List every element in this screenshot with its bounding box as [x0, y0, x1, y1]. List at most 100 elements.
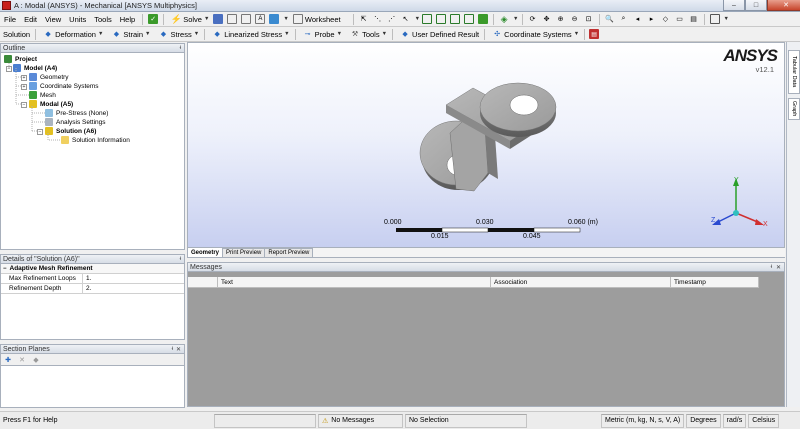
- messages-header: Messages ᵻ ✕: [187, 262, 785, 272]
- status-bar: Press F1 for Help ⚠ No Messages No Select…: [0, 411, 800, 429]
- pin-icon[interactable]: ᵻ: [771, 264, 772, 270]
- section-planes-toolbar: ✚ ✕ ◆: [0, 354, 185, 366]
- menu-help[interactable]: Help: [116, 15, 139, 24]
- menu-tools[interactable]: Tools: [90, 15, 116, 24]
- window-layout-icon[interactable]: [709, 14, 720, 24]
- minimize-button[interactable]: –: [723, 0, 745, 11]
- chevron-down-icon: ▼: [97, 31, 104, 37]
- scale-segment-1: [396, 228, 442, 232]
- details-row[interactable]: Max Refinement Loops 1.: [1, 274, 184, 284]
- tab-tabular-data[interactable]: Tabular Data: [788, 50, 800, 94]
- capture-icon[interactable]: [269, 14, 280, 24]
- close-icon[interactable]: ✕: [176, 346, 181, 353]
- new-section-plane-icon[interactable]: ✚: [3, 355, 13, 365]
- stress-button[interactable]: ◆ Stress ▼: [153, 29, 202, 39]
- close-button[interactable]: ✕: [767, 0, 800, 11]
- menu-file[interactable]: File: [0, 15, 20, 24]
- edge-select-icon[interactable]: [436, 14, 447, 24]
- coordinate-systems-button[interactable]: ✣ Coordinate Systems ▼: [487, 29, 582, 39]
- cube-icon[interactable]: ◈: [499, 14, 509, 24]
- previous-view-icon[interactable]: ◂: [633, 14, 643, 24]
- zoom-fit-icon[interactable]: 🔍: [605, 14, 615, 24]
- chevron-down-icon[interactable]: ▼: [415, 16, 420, 22]
- pin-icon[interactable]: ᵻ: [172, 346, 173, 352]
- status-temp[interactable]: Celsius: [748, 413, 780, 428]
- user-defined-result-button[interactable]: ◆ User Defined Result: [395, 29, 482, 39]
- details-row[interactable]: Refinement Depth 2.: [1, 284, 184, 294]
- status-units[interactable]: Metric (m, kg, N, s, V, A): [601, 413, 685, 428]
- scale-label-0: 0.000: [384, 219, 402, 226]
- solution-button[interactable]: Solution: [0, 30, 33, 39]
- wrench-icon: ⚒: [351, 31, 359, 38]
- pin-icon[interactable]: ᵻ: [180, 256, 181, 262]
- solve-button[interactable]: ⚡ Solve ▼: [167, 14, 211, 24]
- details-row-value[interactable]: 2.: [83, 285, 91, 292]
- tree-lines: [8, 63, 61, 141]
- section-planes-header: Section Planes ᵻ ✕: [0, 344, 185, 354]
- pan-icon[interactable]: ✥: [542, 14, 552, 24]
- image-icon[interactable]: [227, 14, 238, 24]
- zoom-out-icon[interactable]: ⊖: [570, 14, 580, 24]
- body-select-icon[interactable]: [464, 14, 475, 24]
- iso-view-icon[interactable]: ◇: [661, 14, 671, 24]
- status-messages[interactable]: ⚠ No Messages: [318, 413, 403, 428]
- select-vertex-icon[interactable]: ⋰: [387, 14, 397, 24]
- messages-column-association[interactable]: Association: [491, 277, 671, 287]
- pointer-icon[interactable]: ↖: [401, 14, 411, 24]
- menu-view[interactable]: View: [41, 15, 65, 24]
- check-icon[interactable]: ✓: [148, 14, 159, 24]
- commands-icon[interactable]: ▤: [589, 29, 600, 39]
- select-mode-icon[interactable]: ⇱: [359, 14, 369, 24]
- tab-geometry[interactable]: Geometry: [187, 247, 224, 257]
- tab-report-preview[interactable]: Report Preview: [264, 248, 314, 257]
- delete-icon[interactable]: ✕: [17, 355, 27, 365]
- messages-column-text[interactable]: Text: [218, 277, 491, 287]
- pin-icon[interactable]: ᵻ: [180, 45, 181, 51]
- rotate-icon[interactable]: ⟳: [528, 14, 538, 24]
- graphics-viewport[interactable]: ANSYS v12.1 0.000 0.030 0.060 (m) 0.015 …: [187, 42, 785, 248]
- chart-icon[interactable]: [241, 14, 252, 24]
- chevron-down-icon: ▼: [203, 16, 210, 22]
- messages-column-icon[interactable]: [188, 277, 218, 287]
- details-group-label: Adaptive Mesh Refinement: [9, 265, 93, 272]
- linearized-stress-button[interactable]: ◆ Linearized Stress ▼: [207, 29, 292, 39]
- toolbar-separator: [493, 13, 495, 25]
- layout-icon[interactable]: ▤: [689, 14, 699, 24]
- tab-print-preview[interactable]: Print Preview: [222, 248, 266, 257]
- edit-section-icon[interactable]: ◆: [31, 355, 41, 365]
- body-solid-icon[interactable]: [478, 14, 489, 24]
- face-select-icon[interactable]: [450, 14, 461, 24]
- toolbar-separator: [352, 13, 354, 25]
- messages-column-timestamp[interactable]: Timestamp: [671, 277, 759, 287]
- zoom-box-icon[interactable]: ⊡: [584, 14, 594, 24]
- text-icon[interactable]: A: [255, 14, 266, 24]
- close-icon[interactable]: ✕: [776, 264, 781, 271]
- strain-label: Strain: [123, 29, 144, 39]
- report-icon[interactable]: [213, 14, 224, 24]
- next-view-icon[interactable]: ▸: [647, 14, 657, 24]
- deformation-button[interactable]: ◆ Deformation ▼: [38, 29, 106, 39]
- menu-edit[interactable]: Edit: [20, 15, 41, 24]
- window-title: A : Modal (ANSYS) - Mechanical [ANSYS Mu…: [14, 1, 197, 10]
- status-angle[interactable]: Degrees: [686, 413, 721, 428]
- chevron-down-icon[interactable]: ▼: [513, 16, 518, 22]
- magnify-icon[interactable]: ⌕: [619, 14, 629, 24]
- tab-graph[interactable]: Graph: [788, 98, 800, 120]
- maximize-button[interactable]: □: [745, 0, 767, 11]
- status-rate[interactable]: rad/s: [722, 413, 747, 428]
- probe-button[interactable]: ⊸ Probe ▼: [298, 29, 345, 39]
- details-group-header[interactable]: − Adaptive Mesh Refinement: [1, 264, 184, 274]
- worksheet-button[interactable]: Worksheet: [289, 14, 343, 24]
- vertex-select-icon[interactable]: [422, 14, 433, 24]
- outline-title: Outline: [3, 44, 26, 52]
- tools-button[interactable]: ⚒ Tools ▼: [345, 29, 390, 39]
- status-spacer-2: [529, 414, 599, 428]
- details-row-value[interactable]: 1.: [83, 275, 91, 282]
- select-point-icon[interactable]: ⋱: [373, 14, 383, 24]
- view-options-icon[interactable]: ▭: [675, 14, 685, 24]
- strain-button[interactable]: ◆ Strain ▼: [106, 29, 153, 39]
- stress-icon: ◆: [160, 31, 167, 38]
- menu-units[interactable]: Units: [65, 15, 90, 24]
- chevron-down-icon[interactable]: ▼: [724, 16, 729, 22]
- zoom-in-icon[interactable]: ⊕: [556, 14, 566, 24]
